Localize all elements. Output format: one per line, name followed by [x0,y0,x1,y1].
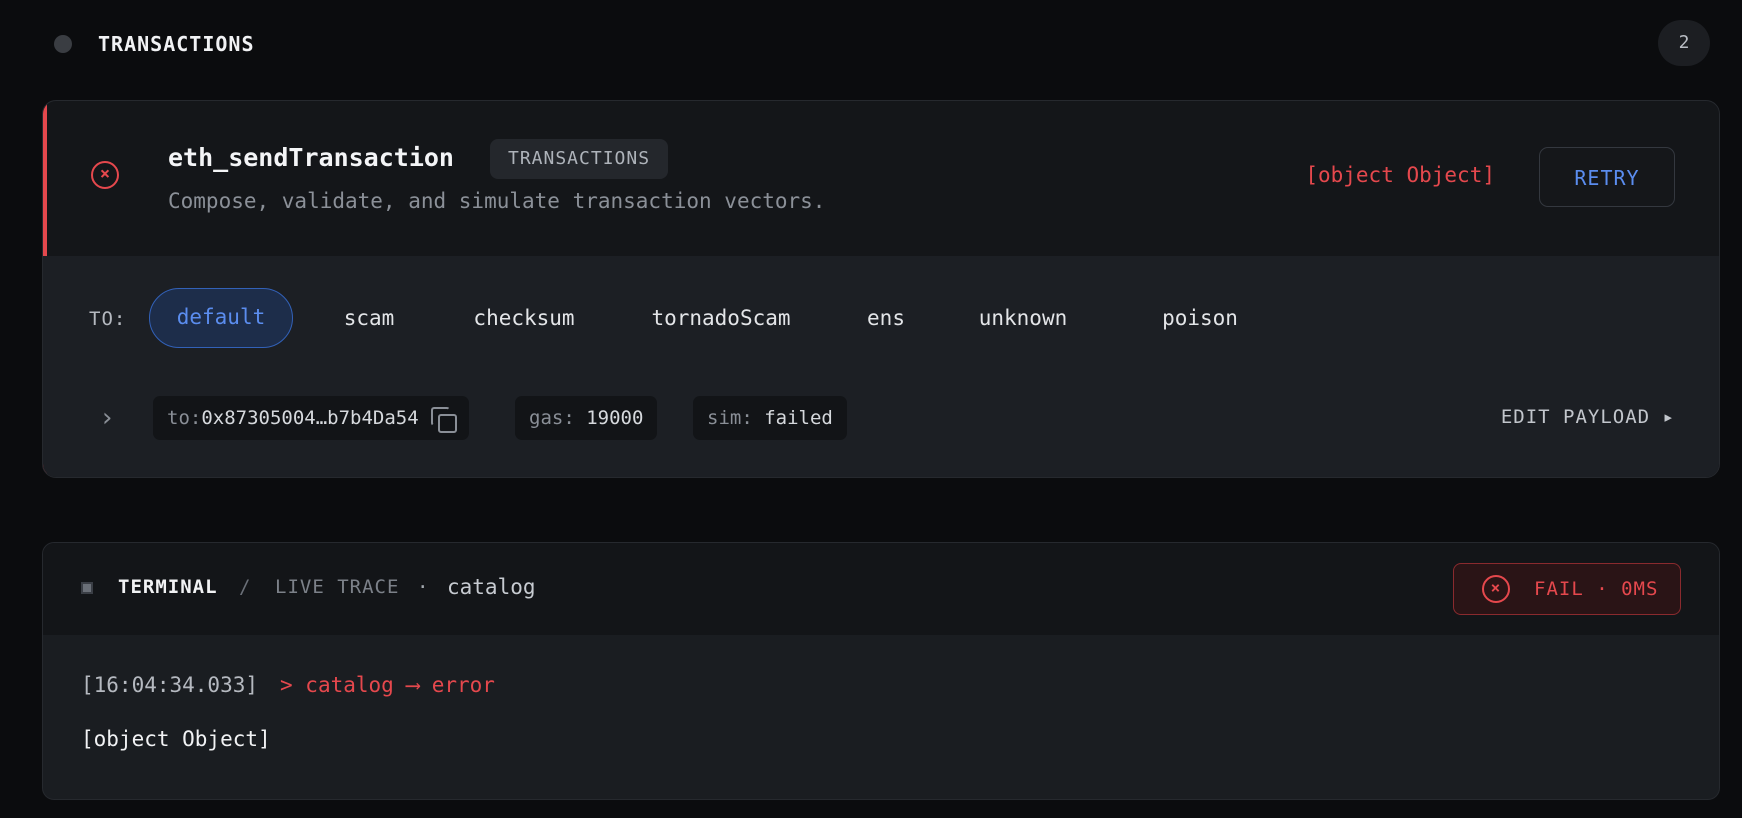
transaction-card: × eth_sendTransaction TRANSACTIONS Compo… [42,100,1720,478]
card-header: × eth_sendTransaction TRANSACTIONS Compo… [43,101,1719,256]
card-body: TO: default scam checksum tornadoScam en… [43,256,1719,477]
chip-ens[interactable]: ens [839,288,933,348]
terminal-panel: TERMINAL / LIVE TRACE · catalog × FAIL ·… [42,542,1720,800]
sim-key: sim: [707,407,753,429]
gas-pill: gas: 19000 [515,396,658,440]
terminal-subtitle: LIVE TRACE [275,576,400,598]
terminal-separator: / [239,576,251,598]
terminal-context: catalog [447,575,536,599]
sim-pill: sim: failed [693,396,847,440]
status-dot-icon [54,35,72,53]
to-address-pill: to:0x87305004…b7b4Da54 [153,396,469,440]
chip-poison[interactable]: poison [1123,288,1277,348]
count-badge: 2 [1658,20,1710,66]
terminal-square-icon [81,582,93,594]
chip-default[interactable]: default [149,288,293,348]
to-key: to: [167,407,202,429]
gas-value: 19000 [586,407,644,429]
edit-payload-link[interactable]: EDIT PAYLOAD ▸ [1501,406,1675,428]
x-circle-icon: × [1482,575,1510,603]
error-message: [object Object] [1305,163,1495,187]
chip-checksum[interactable]: checksum [447,288,601,348]
log-line: [16:04:34.033] > catalog ⟶ error [81,673,495,697]
gas-key: gas: [529,407,575,429]
section-title: TRANSACTIONS [98,32,255,56]
fail-status-text: FAIL · 0MS [1534,578,1659,600]
method-name: eth_sendTransaction [168,143,454,172]
copy-icon[interactable] [430,406,457,433]
chip-tornadoscam[interactable]: tornadoScam [621,288,821,348]
chevron-right-icon[interactable]: › [93,398,121,438]
terminal-title: TERMINAL [118,576,218,598]
to-address: 0x87305004…b7b4Da54 [201,407,419,429]
log-message: > catalog ⟶ error [280,673,495,697]
section-header: TRANSACTIONS 2 [54,20,1710,84]
retry-button[interactable]: RETRY [1539,147,1675,207]
log-body: [object Object] [81,727,271,751]
terminal-header: TERMINAL / LIVE TRACE · catalog × FAIL ·… [43,543,1719,635]
chip-scam[interactable]: scam [309,288,429,348]
sim-value: failed [764,407,833,429]
method-tag: TRANSACTIONS [490,139,669,179]
to-label: TO: [89,308,127,330]
x-circle-icon: × [91,161,119,189]
chip-unknown[interactable]: unknown [945,288,1101,348]
method-description: Compose, validate, and simulate transact… [168,189,826,213]
terminal-dot: · [417,576,429,598]
log-timestamp: [16:04:34.033] [81,673,259,697]
fail-status-badge: × FAIL · 0MS [1453,563,1681,615]
